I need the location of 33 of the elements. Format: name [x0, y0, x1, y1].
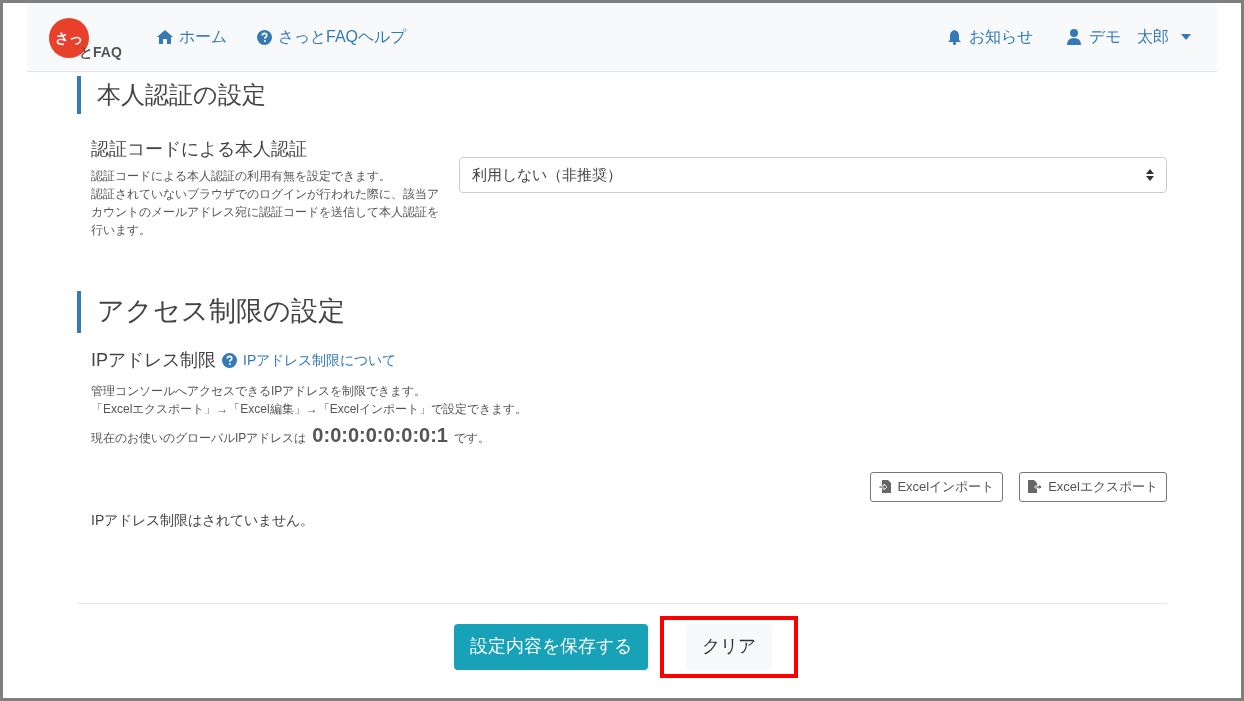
file-import-icon	[879, 480, 892, 494]
select-field[interactable]: 利用しない（非推奨）	[459, 157, 1167, 193]
setting-description: 認証されていないブラウザでのログインが行われた際に、該当アカウントのメールアドレス宛に認証コードを送信して本人認証を行います。	[91, 186, 440, 239]
nav-link[interactable]: さっとFAQヘルプ	[257, 25, 406, 49]
nav-link[interactable]: ホーム	[157, 25, 227, 49]
section-title: 本人認証の設定	[97, 80, 266, 110]
bell-icon	[948, 29, 961, 45]
help-icon	[257, 29, 272, 45]
user-icon	[1067, 29, 1081, 45]
excel-button[interactable]: Excelインポート	[870, 471, 1004, 502]
ip-address: 0:0:0:0:0:0:0:1	[312, 422, 448, 448]
logo-text: とFAQ	[79, 44, 122, 62]
excel-button[interactable]: Excelエクスポート	[1019, 471, 1167, 502]
logo-mark: さっ	[55, 31, 83, 45]
sort-icon	[1146, 169, 1154, 181]
ip-suffix: です。	[453, 429, 490, 447]
nav-link[interactable]: デモ 太郎	[1067, 25, 1191, 49]
file-export-icon	[1028, 480, 1043, 494]
caret-icon	[1181, 34, 1191, 40]
home-icon	[157, 30, 173, 44]
setting-description: 認証コードによる本人認証の利用有無を設定できます。	[91, 168, 392, 185]
setting-description: 「Excelエクスポート」→「Excel編集」→「Excelインポート」で設定できます。	[91, 400, 529, 418]
section-title: アクセス制限の設定	[97, 295, 345, 328]
ip-label: 現在のお使いのグローバルIPアドレスは	[91, 429, 307, 447]
help-icon	[222, 352, 237, 368]
nav-link[interactable]: お知らせ	[948, 25, 1033, 49]
setting-label: IPアドレス制限	[91, 348, 216, 372]
status-text: IPアドレス制限はされていません。	[90, 510, 316, 530]
setting-description: 管理コンソールへアクセスできるIPアドレスを制限できます。	[91, 382, 428, 400]
clear-button[interactable]: クリア	[686, 623, 772, 670]
setting-label: 認証コードによる本人認証	[91, 138, 308, 161]
save-button[interactable]: 設定内容を保存する	[454, 623, 648, 670]
help-link[interactable]: IPアドレス制限について	[243, 349, 397, 371]
